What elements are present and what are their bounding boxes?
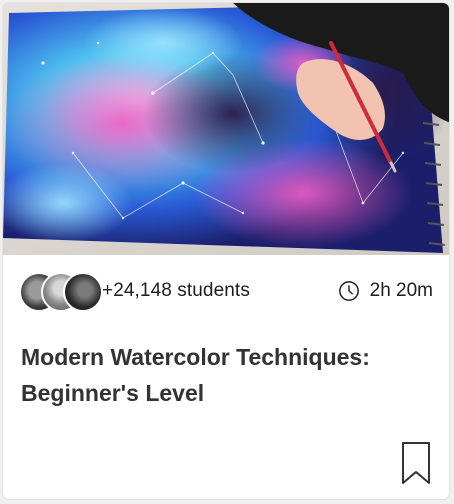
galaxy-painting-image xyxy=(3,3,449,255)
avatar-stack xyxy=(19,271,103,312)
duration: 2h 20m xyxy=(338,280,433,302)
avatar xyxy=(63,272,103,312)
class-card[interactable]: +24,148 students 2h 20m Modern Watercolo… xyxy=(2,2,450,500)
class-meta: +24,148 students 2h 20m xyxy=(19,269,433,313)
bookmark-icon[interactable] xyxy=(401,441,431,485)
duration-label: 2h 20m xyxy=(369,280,433,301)
students-group: +24,148 students xyxy=(19,271,250,312)
student-count: +24,148 students xyxy=(102,280,250,301)
class-title[interactable]: Modern Watercolor Techniques: Beginner's… xyxy=(21,339,431,411)
class-thumbnail[interactable] xyxy=(3,3,449,255)
clock-icon xyxy=(338,281,359,301)
